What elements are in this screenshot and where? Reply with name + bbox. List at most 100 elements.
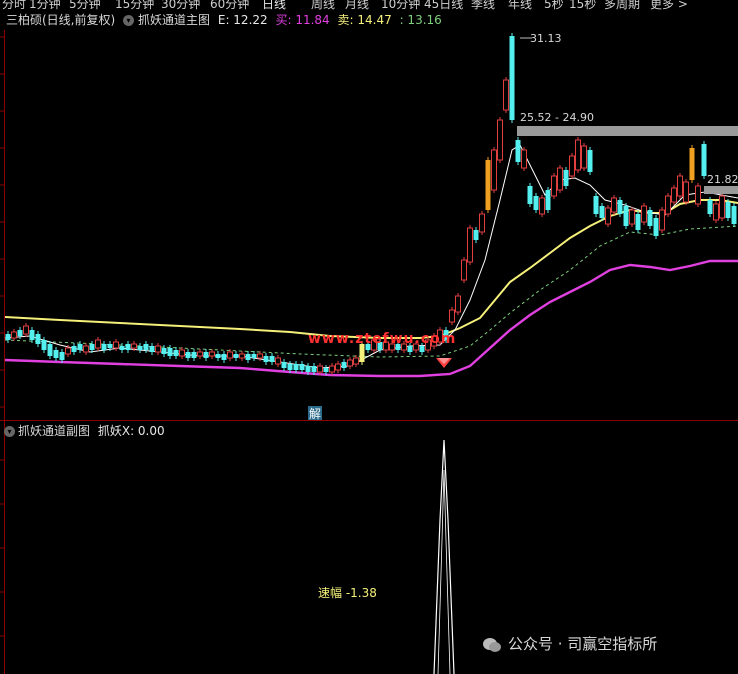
candle-body [683,181,689,203]
chart-watermark: www.ztefwu.com [308,331,456,347]
candle-body [227,351,233,359]
candle-body [473,230,479,240]
candle-body [539,197,545,215]
candle-body [515,140,521,162]
jie-marker: 解 [309,407,321,421]
high-price-label: 31.13 [530,32,562,45]
candle-body [83,345,89,353]
candle-body [647,210,653,226]
candle-body [185,352,191,358]
candle-body [719,195,725,219]
candle-body [215,354,221,358]
sub-settings-icon[interactable]: ▾ [4,426,15,437]
candle-body [605,207,611,225]
candle-body [659,209,665,231]
candle-body [263,356,269,362]
candle-body [347,359,353,367]
candle-body [509,36,515,120]
watermark-text: 公众号 · 司赢空指标所 [508,635,658,653]
candle-body [497,119,503,161]
candle-body [137,346,143,350]
candle-body [155,345,161,353]
speed-label: 速幅 -1.38 [318,585,377,600]
chart-canvas: 31.13 25.52 - 24.90 21.82 www.ztefwu.com… [0,30,738,674]
candle-body [569,155,575,177]
candle-body [29,330,35,340]
candle-body [131,343,137,349]
candle-body [203,352,209,358]
candle-body [461,259,467,281]
candle-body [167,348,173,356]
candle-body [617,200,623,214]
candle-body [179,349,185,357]
candle-body [275,357,281,365]
candle-body [467,227,473,263]
candle-body [671,187,677,203]
candle-body [221,354,227,360]
candle-body [689,148,695,180]
candle-body [713,203,719,221]
candle-body [191,352,197,358]
candle-body [455,295,461,313]
candle-body [653,218,659,236]
candle-body [245,354,251,360]
candle-body [65,347,71,355]
candle-body [299,364,305,370]
candle-body [503,79,509,111]
right-level-label: 21.82 [707,173,738,186]
candle-body [335,363,341,371]
candle-body [611,197,617,213]
sub-indicator-name[interactable]: 抓妖通道副图 [18,424,90,438]
candle-body [527,186,533,204]
candle-body [113,341,119,349]
candle-body [143,344,149,350]
candle-body [599,206,605,218]
candle-body [125,344,131,350]
candle-body [623,206,629,226]
candle-body [233,354,239,358]
candle-body [17,330,23,336]
resistance-label: 25.52 - 24.90 [520,111,594,124]
candle-body [575,139,581,171]
candle-body [173,350,179,356]
candle-body [197,351,203,357]
candle-body [587,150,593,172]
candle-body [449,309,455,323]
candle-body [77,344,83,350]
candle-body [257,353,263,359]
candle-body [521,149,527,169]
candle-body [329,365,335,373]
candle-body [707,200,713,214]
sub-indicator-value: 抓妖X: 0.00 [97,424,165,438]
candle-body [89,344,95,350]
candle-body [725,202,731,218]
candle-body [71,346,77,352]
candle-body [107,344,113,348]
candle-body [533,196,539,210]
candle-body [323,368,329,372]
candle-body [293,364,299,370]
candle-body [35,334,41,344]
candle-body [635,214,641,230]
wechat-watermark: 公众号 · 司赢空指标所 [482,633,657,654]
candle-body [269,356,275,362]
candle-body [95,339,101,349]
candle-body [479,213,485,233]
candle-body [149,346,155,352]
sub-chart-title: ▾ 抓妖通道副图 抓妖X: 0.00 [4,422,165,438]
candle-body [593,196,599,214]
candle-body [557,167,563,191]
candle-body [731,206,737,224]
candle-body [665,195,671,215]
candle-body [629,209,635,225]
candle-body [485,160,491,210]
candle-body [53,350,59,358]
candle-body [545,190,551,210]
candle-body [701,144,707,176]
candle-body [59,352,65,360]
candle-body [101,344,107,350]
candle-body [311,366,317,372]
candle-body [491,149,497,191]
candle-body [677,175,683,197]
grid-ticks [0,36,4,637]
